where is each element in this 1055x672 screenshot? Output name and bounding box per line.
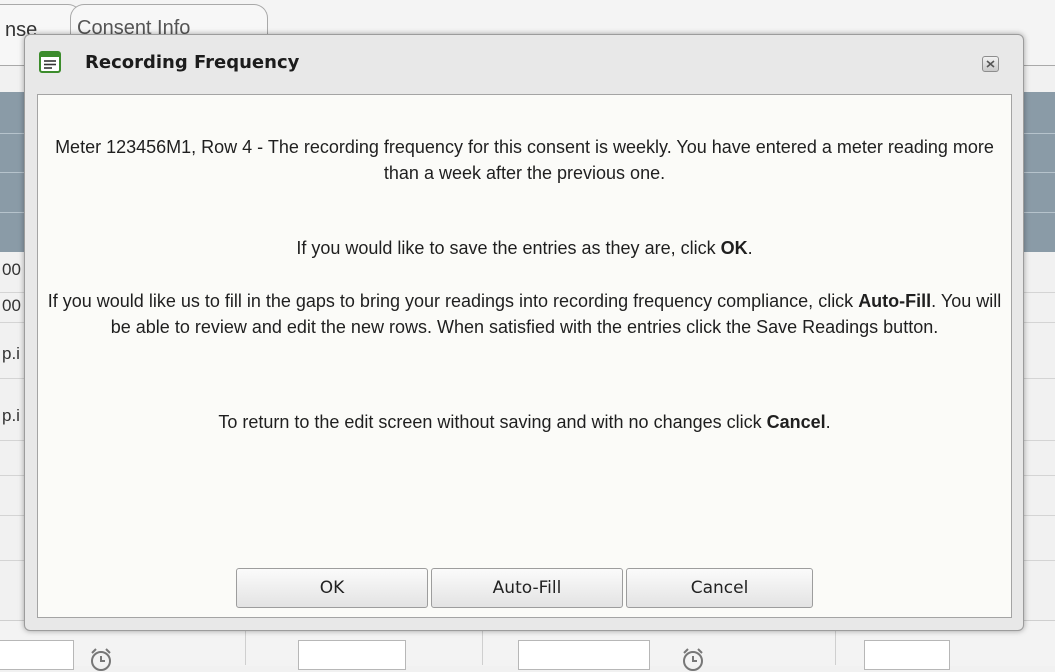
table-cell: p.i (2, 406, 20, 425)
cancel-instruction: To return to the edit screen without sav… (38, 409, 1011, 435)
dialog-titlebar[interactable]: Recording Frequency (25, 35, 1023, 89)
auto-fill-button[interactable]: Auto-Fill (431, 568, 623, 608)
autofill-instruction: If you would like us to fill in the gaps… (38, 288, 1011, 340)
table-cell: 00 (2, 260, 21, 279)
date-input[interactable] (0, 640, 74, 670)
instruction-emphasis: Auto-Fill (858, 291, 932, 311)
alarm-clock-icon[interactable] (680, 646, 706, 672)
close-icon (986, 60, 995, 68)
table-cell: p.i (2, 344, 20, 363)
ok-instruction: If you would like to save the entries as… (38, 235, 1011, 261)
date-input[interactable] (518, 640, 650, 670)
time-input[interactable] (864, 640, 950, 670)
close-button[interactable] (982, 56, 999, 72)
dialog-button-row: OK Auto-Fill Cancel (38, 568, 1011, 608)
instruction-emphasis: Cancel (766, 412, 826, 432)
recording-frequency-dialog: Recording Frequency Meter 123456M1, Row … (24, 34, 1024, 631)
ok-button[interactable]: OK (236, 568, 428, 608)
warning-message: Meter 123456M1, Row 4 - The recording fr… (55, 137, 994, 183)
instruction-emphasis: OK (720, 238, 748, 258)
dialog-content: Meter 123456M1, Row 4 - The recording fr… (37, 94, 1012, 618)
instruction-text: To return to the edit screen without sav… (218, 412, 767, 432)
instruction-text: . (825, 412, 831, 432)
instruction-text: If you would like us to fill in the gaps… (47, 291, 859, 311)
instruction-text: If you would like to save the entries as… (296, 238, 721, 258)
dialog-title: Recording Frequency (85, 52, 300, 73)
time-input[interactable] (298, 640, 406, 670)
instruction-text: . (747, 238, 753, 258)
window-icon (39, 51, 61, 73)
cancel-button[interactable]: Cancel (626, 568, 813, 608)
table-cell: 00 (2, 296, 21, 315)
alarm-clock-icon[interactable] (88, 646, 114, 672)
